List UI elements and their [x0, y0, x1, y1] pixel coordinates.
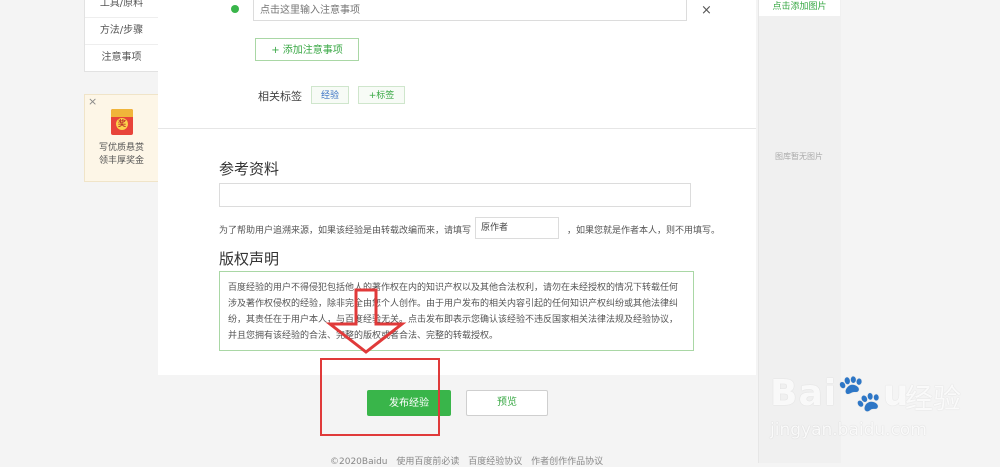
reward-badge: 奖 — [116, 118, 128, 130]
source-hint-before: 为了帮助用户追溯来源，如果该经验是由转载改编而来，请填写 — [219, 226, 472, 236]
footer-link-agreement[interactable]: 百度经验协议 — [468, 457, 522, 467]
footer-copyright: ©2020Baidu — [330, 457, 388, 467]
copyright-title: 版权声明 — [219, 250, 280, 268]
red-envelope-icon: 奖 — [111, 109, 133, 135]
reference-title: 参考资料 — [219, 160, 280, 178]
footer-link-guide[interactable]: 使用百度前必读 — [396, 457, 459, 467]
footer: ©2020Baidu 使用百度前必读 百度经验协议 作者创作作品协议 — [330, 454, 609, 467]
footer-link-author-agreement[interactable]: 作者创作作品协议 — [531, 457, 603, 467]
promo-text: 写优质悬赏 领丰厚奖金 — [85, 142, 158, 168]
nav-item-steps[interactable]: 方法/步骤 — [85, 17, 158, 44]
preview-button[interactable]: 预览 — [466, 390, 548, 416]
add-note-button[interactable]: + 添加注意事项 — [255, 38, 359, 61]
reward-promo[interactable]: × 奖 写优质悬赏 领丰厚奖金 — [84, 94, 159, 182]
add-tag-button[interactable]: +标签 — [358, 86, 405, 104]
nav-item-tools[interactable]: 工具/原料 — [85, 0, 158, 17]
note-bullet-icon — [231, 5, 239, 13]
promo-line1: 写优质悬赏 — [98, 143, 144, 153]
nav-item-notes[interactable]: 注意事项 — [85, 44, 158, 71]
copyright-statement: 百度经验的用户不得侵犯包括他人的著作权在内的知识产权以及其他合法权利，请勿在未经… — [219, 271, 694, 351]
add-image-button[interactable]: 点击添加图片 — [759, 0, 840, 16]
no-image-text: 图库暂无图片 — [775, 152, 823, 161]
down-arrow-icon — [325, 288, 407, 354]
note-close-icon[interactable]: × — [701, 3, 712, 18]
original-author-input[interactable]: 原作者 — [475, 217, 559, 239]
watermark-url: jingyan.baidu.com — [770, 420, 927, 440]
reference-input[interactable] — [219, 183, 691, 207]
tag-jingyan[interactable]: 经验 — [311, 86, 349, 104]
promo-close-icon[interactable]: × — [88, 95, 97, 108]
left-nav: 工具/原料 方法/步骤 注意事项 — [84, 0, 159, 72]
tags-label: 相关标签 — [258, 90, 302, 103]
note-input[interactable] — [253, 0, 687, 21]
annotation-highlight-box — [320, 358, 440, 436]
watermark-jingyan: 经验 — [905, 382, 962, 415]
promo-line2: 领丰厚奖金 — [98, 156, 144, 166]
baidu-watermark-logo: Bai🐾u — [770, 373, 910, 414]
source-hint-after: ，如果您就是作者本人，则不用填写。 — [567, 226, 721, 236]
